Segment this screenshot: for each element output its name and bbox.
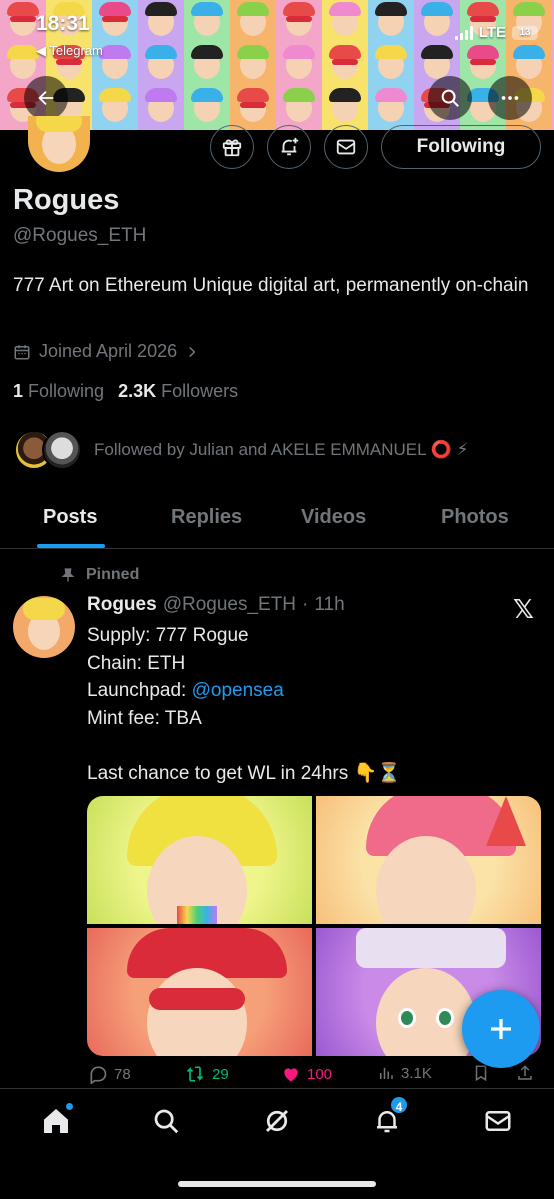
repost-icon: [186, 1066, 204, 1082]
back-to-app-label[interactable]: ◀ Telegram: [36, 43, 103, 59]
profile-avatar[interactable]: [28, 116, 90, 172]
followed-by-text: Followed by Julian and AKELE EMMANUEL ⭕️…: [94, 440, 469, 459]
follower-avatar-akele: [42, 430, 82, 470]
post-time[interactable]: 11h: [314, 594, 344, 616]
post-line-chain: Chain: ETH: [87, 652, 186, 674]
share-button[interactable]: [516, 1064, 534, 1082]
status-time: 18:31: [36, 12, 90, 35]
chevron-right-icon: [189, 346, 196, 357]
profile-name: Rogues: [13, 184, 120, 216]
post-line-launchpad: Launchpad:: [87, 680, 192, 701]
post-author-avatar[interactable]: [13, 596, 75, 658]
network-type: LTE: [478, 24, 506, 41]
post-author-name[interactable]: Rogues: [87, 594, 157, 616]
following-label: Following: [28, 381, 105, 401]
post-author-handle[interactable]: @Rogues_ETH: [163, 594, 296, 616]
battery-icon: 13: [512, 25, 538, 40]
reply-count: 78: [114, 1065, 131, 1083]
search-icon: [154, 1109, 179, 1134]
tab-posts[interactable]: Posts: [43, 506, 97, 529]
post-separator: ·: [302, 594, 309, 615]
profile-handle: @Rogues_ETH: [13, 225, 147, 246]
status-indicators: LTE 13: [454, 24, 538, 41]
share-icon: [518, 1065, 532, 1080]
home-indicator[interactable]: [178, 1181, 376, 1187]
back-button[interactable]: [24, 76, 68, 120]
back-to-app-name: Telegram: [49, 43, 103, 58]
nav-messages[interactable]: [478, 1101, 518, 1141]
profile-tabs: Posts Replies Videos Photos: [0, 494, 554, 549]
mention-link[interactable]: @opensea: [192, 680, 284, 701]
followed-by[interactable]: Followed by Julian and AKELE EMMANUEL ⭕️…: [14, 430, 469, 470]
gift-button[interactable]: [210, 125, 254, 169]
media-image-3[interactable]: [87, 928, 312, 1056]
follow-counts: 1 Following 2.3K Followers: [13, 381, 238, 402]
search-button[interactable]: [428, 76, 472, 120]
views-button[interactable]: 3.1K: [377, 1064, 432, 1082]
tab-photos[interactable]: Photos: [441, 506, 509, 529]
nav-search[interactable]: [146, 1101, 186, 1141]
x-logo-icon: 𝕏: [513, 594, 534, 624]
home-icon: [44, 1109, 68, 1133]
heart-icon: [284, 1068, 298, 1082]
followers-count: 2.3K: [118, 381, 157, 401]
compose-post-button[interactable]: [462, 990, 540, 1068]
views-count: 3.1K: [401, 1064, 432, 1082]
joined-date[interactable]: Joined April 2026: [13, 341, 199, 362]
battery-level: 13: [519, 26, 531, 38]
more-horizontal-icon: [501, 96, 519, 100]
followers-count-link[interactable]: 2.3K Followers: [118, 381, 238, 402]
following-count-link[interactable]: 1 Following: [13, 381, 104, 402]
repost-count: 29: [212, 1065, 229, 1083]
following-count: 1: [13, 381, 24, 401]
post-header: Rogues @Rogues_ETH · 11h: [87, 594, 345, 616]
pin-icon: [61, 568, 75, 582]
notifications-badge: 4: [389, 1095, 409, 1115]
plus-icon: [491, 1019, 511, 1039]
gift-icon: [222, 139, 242, 157]
bookmark-icon: [475, 1065, 487, 1082]
active-tab-indicator: [37, 544, 105, 548]
tab-replies[interactable]: Replies: [171, 506, 242, 529]
post-actions: 78 29 100 3.1K: [88, 1064, 538, 1088]
like-button[interactable]: 100: [281, 1064, 332, 1084]
calendar-icon: [14, 344, 30, 359]
joined-text: Joined April 2026: [39, 341, 178, 361]
notify-button[interactable]: [267, 125, 311, 169]
bookmark-button[interactable]: [472, 1064, 490, 1082]
home-unread-dot: [66, 1103, 73, 1110]
pinned-text: Pinned: [86, 566, 140, 583]
comment-icon: [90, 1066, 107, 1084]
message-button[interactable]: [324, 125, 368, 169]
more-button[interactable]: [488, 76, 532, 120]
bar-chart-icon: [380, 1067, 393, 1079]
nav-grok[interactable]: [257, 1101, 297, 1141]
post-line-supply: Supply: 777 Rogue: [87, 625, 249, 646]
bell-plus-icon: [281, 137, 299, 156]
grok-icon: [266, 1110, 288, 1132]
tab-videos[interactable]: Videos: [301, 506, 366, 529]
like-count: 100: [307, 1065, 333, 1083]
profile-bio: 777 Art on Ethereum Unique digital art, …: [13, 275, 529, 296]
media-image-2[interactable]: [316, 796, 541, 924]
search-icon: [441, 89, 459, 107]
media-image-1[interactable]: [87, 796, 312, 924]
nav-notifications[interactable]: 4: [367, 1095, 409, 1141]
followers-label: Followers: [161, 381, 239, 401]
post-line-cta: Last chance to get WL in 24hrs 👇⏳: [87, 762, 401, 784]
pinned-label: Pinned: [60, 566, 139, 584]
post-line-mint-fee: Mint fee: TBA: [87, 707, 202, 729]
arrow-left-icon: [38, 90, 54, 106]
repost-button[interactable]: 29: [184, 1064, 229, 1084]
envelope-icon: [485, 1111, 511, 1131]
following-button[interactable]: Following: [381, 125, 541, 169]
nav-home[interactable]: [36, 1101, 76, 1141]
post-text: Supply: 777 Rogue Chain: ETH Launchpad: …: [87, 622, 401, 787]
envelope-icon: [336, 139, 356, 155]
reply-button[interactable]: 78: [88, 1064, 131, 1084]
signal-icon: [454, 25, 473, 40]
